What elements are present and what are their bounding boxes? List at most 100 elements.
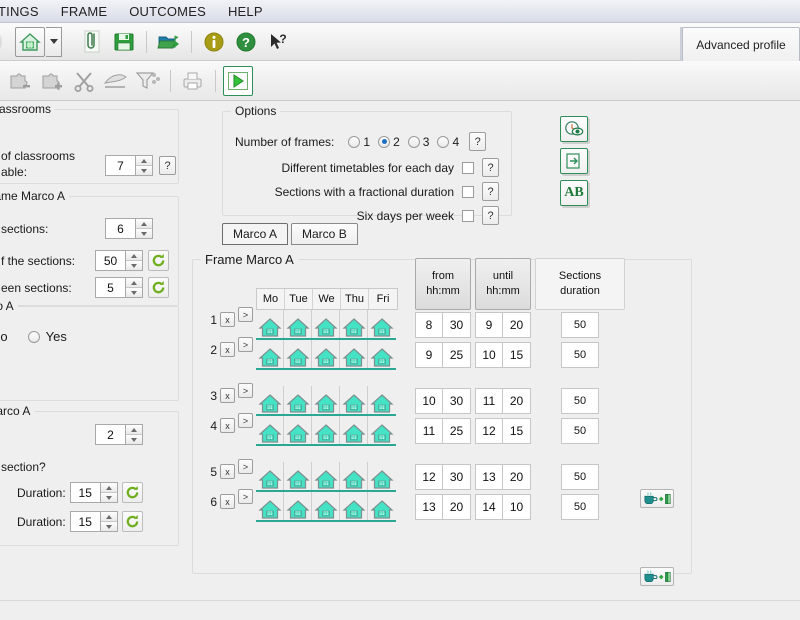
classrooms-value[interactable]: 7: [105, 155, 135, 176]
frames-help-button[interactable]: ?: [469, 132, 487, 151]
break0-duration-arrows[interactable]: [99, 482, 118, 503]
menu-item-settings[interactable]: TINGS: [0, 2, 50, 21]
marco-a-radio-yes[interactable]: [27, 330, 40, 343]
help-button[interactable]: ?: [231, 27, 261, 57]
filter-button[interactable]: [133, 66, 163, 96]
cut-button[interactable]: [69, 66, 99, 96]
checkbox-fractional-duration[interactable]: [462, 185, 474, 198]
from-minute-input[interactable]: 30: [443, 312, 471, 338]
timeframe-row2-down[interactable]: [126, 288, 142, 297]
until-hour-input[interactable]: 11: [475, 388, 503, 414]
until-minute-input[interactable]: 15: [503, 342, 531, 368]
from-hour-input[interactable]: 8: [415, 312, 443, 338]
row-delete-button[interactable]: x: [220, 388, 235, 403]
day-cell-we[interactable]: [312, 340, 340, 368]
classrooms-help-button[interactable]: ?: [159, 156, 176, 175]
from-minute-input[interactable]: 20: [443, 494, 471, 520]
home-dropdown-button[interactable]: [46, 26, 62, 57]
from-minute-input[interactable]: 25: [443, 418, 471, 444]
run-button[interactable]: [223, 65, 253, 96]
from-hour-input[interactable]: 13: [415, 494, 443, 520]
from-hour-input[interactable]: 12: [415, 464, 443, 490]
row-expand-button[interactable]: >: [238, 413, 253, 428]
until-minute-input[interactable]: 15: [503, 418, 531, 444]
break-button-1[interactable]: [640, 489, 674, 508]
attach-button[interactable]: [77, 27, 107, 57]
row-delete-button[interactable]: x: [220, 464, 235, 479]
timeframe-row0-arrows[interactable]: [135, 218, 153, 239]
timeframe-row1-up[interactable]: [126, 251, 142, 261]
day-cell-mo[interactable]: [256, 462, 284, 490]
menu-item-help[interactable]: HELP: [217, 2, 274, 21]
until-minute-input[interactable]: 20: [503, 312, 531, 338]
day-cell-fri[interactable]: [368, 492, 396, 520]
break0-duration-down[interactable]: [100, 493, 117, 502]
advanced-profile-tab[interactable]: Advanced profile: [682, 27, 800, 61]
hand-button[interactable]: [101, 66, 131, 96]
timeframe-row1-arrows[interactable]: [125, 250, 143, 271]
until-hour-input[interactable]: 9: [475, 312, 503, 338]
breaks-count-arrows[interactable]: [125, 424, 143, 445]
row-delete-button[interactable]: x: [220, 312, 235, 327]
day-cell-thu[interactable]: [340, 386, 368, 414]
day-cell-thu[interactable]: [340, 492, 368, 520]
row-delete-button[interactable]: x: [220, 418, 235, 433]
day-cell-mo[interactable]: [256, 416, 284, 444]
day-cell-fri[interactable]: [368, 416, 396, 444]
until-hour-input[interactable]: 10: [475, 342, 503, 368]
preview-timetable-button[interactable]: [560, 116, 588, 142]
from-minute-input[interactable]: 30: [443, 464, 471, 490]
from-hour-input[interactable]: 10: [415, 388, 443, 414]
break1-duration-spinner[interactable]: 15: [69, 511, 118, 532]
break1-duration-value[interactable]: 15: [69, 511, 100, 532]
row-expand-button[interactable]: >: [238, 337, 253, 352]
break1-duration-up[interactable]: [100, 512, 117, 522]
day-cell-thu[interactable]: [340, 340, 368, 368]
day-cell-we[interactable]: [312, 386, 340, 414]
break1-duration-down[interactable]: [100, 522, 117, 531]
row-expand-button[interactable]: >: [238, 383, 253, 398]
day-cell-we[interactable]: [312, 416, 340, 444]
toolbar-clipped-button[interactable]: [0, 33, 2, 50]
day-cell-fri[interactable]: [368, 386, 396, 414]
day-cell-mo[interactable]: [256, 492, 284, 520]
classrooms-spinner-up[interactable]: [136, 156, 152, 166]
timeframe-row2-spinner[interactable]: 5: [95, 277, 143, 298]
day-cell-thu[interactable]: [340, 462, 368, 490]
timeframe-row0-value[interactable]: 6: [105, 218, 135, 239]
day-cell-fri[interactable]: [368, 310, 396, 338]
until-minute-input[interactable]: 20: [503, 464, 531, 490]
timeframe-row2-value[interactable]: 5: [95, 277, 125, 298]
breaks-count-value[interactable]: 2: [95, 424, 125, 445]
row-delete-button[interactable]: x: [220, 342, 235, 357]
timeframe-row0-spinner[interactable]: 6: [105, 218, 153, 239]
breaks-count-down[interactable]: [126, 435, 142, 444]
until-hour-input[interactable]: 13: [475, 464, 503, 490]
day-cell-we[interactable]: [312, 492, 340, 520]
timeframe-row0-down[interactable]: [136, 229, 152, 238]
checkbox-2-help-button[interactable]: ?: [482, 206, 499, 225]
timeframe-row2-up[interactable]: [126, 278, 142, 288]
row-delete-button[interactable]: x: [220, 494, 235, 509]
tab-marco-a[interactable]: Marco A: [222, 223, 289, 245]
ab-button[interactable]: AB: [560, 180, 588, 206]
frames-radio-1[interactable]: [348, 135, 361, 148]
checkbox-1-help-button[interactable]: ?: [482, 182, 499, 201]
export-page-button[interactable]: [560, 148, 588, 174]
tab-marco-b[interactable]: Marco B: [291, 223, 358, 245]
until-hour-input[interactable]: 14: [475, 494, 503, 520]
day-cell-thu[interactable]: [340, 310, 368, 338]
remove-item-button[interactable]: [5, 66, 35, 96]
day-cell-thu[interactable]: [340, 416, 368, 444]
day-cell-mo[interactable]: [256, 386, 284, 414]
break0-duration-spinner[interactable]: 15: [69, 482, 118, 503]
break-button-2[interactable]: [640, 567, 674, 586]
frames-radio-3[interactable]: [407, 135, 420, 148]
until-hour-input[interactable]: 12: [475, 418, 503, 444]
timeframe-row0-up[interactable]: [136, 219, 152, 229]
print-button[interactable]: [178, 66, 208, 96]
day-cell-fri[interactable]: [368, 462, 396, 490]
home-button[interactable]: [15, 26, 45, 57]
menu-item-outcomes[interactable]: OUTCOMES: [118, 2, 217, 21]
from-minute-input[interactable]: 25: [443, 342, 471, 368]
